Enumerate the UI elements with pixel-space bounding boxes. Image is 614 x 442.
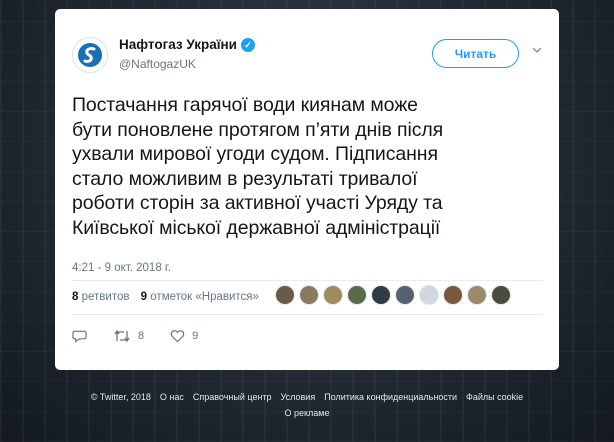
liker-avatar[interactable] bbox=[443, 285, 463, 305]
author-name-text[interactable]: Нафтогаз України bbox=[119, 37, 237, 52]
tweet-actions: 8 9 bbox=[72, 329, 224, 343]
retweets-label: ретвитов bbox=[81, 291, 130, 303]
verified-badge-icon: ✓ bbox=[240, 37, 255, 52]
retweets-stat[interactable]: 8 ретвитов bbox=[72, 291, 129, 303]
likers-avatars bbox=[275, 285, 515, 305]
liker-avatar[interactable] bbox=[419, 285, 439, 305]
likes-stat[interactable]: 9 отметок «Нравится» bbox=[141, 291, 259, 303]
liker-avatar[interactable] bbox=[491, 285, 511, 305]
like-button[interactable]: 9 bbox=[170, 329, 198, 343]
heart-icon bbox=[170, 330, 185, 343]
like-count: 9 bbox=[192, 330, 199, 342]
avatar[interactable] bbox=[72, 37, 108, 73]
footer: © Twitter, 2018 О нас Справочный центр Усло… bbox=[0, 389, 614, 421]
author-handle[interactable]: @NaftogazUK bbox=[119, 57, 196, 71]
tweet-line: ухвали мирової угоди судом. Підписання bbox=[72, 143, 438, 165]
divider bbox=[72, 280, 543, 281]
tweet-text: Постачання гарячої води киянам може бути… bbox=[72, 93, 542, 240]
footer-link[interactable]: Файлы cookie bbox=[466, 389, 523, 405]
follow-button[interactable]: Читать bbox=[432, 39, 519, 68]
liker-avatar[interactable] bbox=[395, 285, 415, 305]
liker-avatar[interactable] bbox=[371, 285, 391, 305]
tweet-timestamp[interactable]: 4:21 - 9 окт. 2018 г. bbox=[72, 262, 171, 274]
reply-icon bbox=[72, 330, 87, 343]
likes-count: 9 bbox=[140, 291, 148, 303]
liker-avatar[interactable] bbox=[467, 285, 487, 305]
footer-links: © Twitter, 2018 О нас Справочный центр Усло… bbox=[0, 389, 614, 405]
tweet-card: Нафтогаз України ✓ @NaftogazUK Читать По… bbox=[55, 9, 559, 370]
retweet-count: 8 bbox=[138, 330, 145, 342]
retweets-count: 8 bbox=[72, 291, 79, 303]
footer-link[interactable]: © Twitter, 2018 bbox=[91, 389, 151, 405]
tweet-header: Нафтогаз України ✓ @NaftogazUK Читать bbox=[72, 32, 543, 82]
liker-avatar[interactable] bbox=[299, 285, 319, 305]
footer-link[interactable]: О рекламе bbox=[285, 405, 330, 421]
retweet-icon bbox=[114, 329, 130, 343]
retweet-button[interactable]: 8 bbox=[113, 329, 144, 343]
likes-label: отметок «Нравится» bbox=[150, 291, 259, 303]
divider bbox=[72, 314, 543, 315]
naftogaz-logo-icon bbox=[78, 43, 102, 67]
tweet-line: Постачання гарячої води киянам може bbox=[72, 94, 418, 116]
reply-button[interactable] bbox=[72, 329, 87, 343]
footer-link[interactable]: Политика конфиденциальности bbox=[324, 389, 457, 405]
chevron-down-icon[interactable] bbox=[531, 44, 543, 56]
tweet-line: роботи сторін за активної участі Уряду т… bbox=[72, 192, 443, 214]
tweet-line: Київської міської державної адміністраці… bbox=[72, 216, 441, 239]
tweet-line: бути поновлене протягом п’яти днів після bbox=[72, 118, 444, 141]
liker-avatar[interactable] bbox=[347, 285, 367, 305]
tweet-stats: 8 ретвитов 9 отметок «Нравится» bbox=[72, 291, 259, 303]
footer-links-secondary: О рекламе bbox=[0, 405, 614, 421]
footer-link[interactable]: Условия bbox=[281, 389, 316, 405]
footer-link[interactable]: О нас bbox=[160, 389, 184, 405]
liker-avatar[interactable] bbox=[275, 285, 295, 305]
footer-link[interactable]: Справочный центр bbox=[193, 389, 272, 405]
author-name[interactable]: Нафтогаз України ✓ bbox=[119, 37, 255, 52]
tweet-line: стало можливим в результаті тривалої bbox=[72, 167, 418, 190]
liker-avatar[interactable] bbox=[323, 285, 343, 305]
